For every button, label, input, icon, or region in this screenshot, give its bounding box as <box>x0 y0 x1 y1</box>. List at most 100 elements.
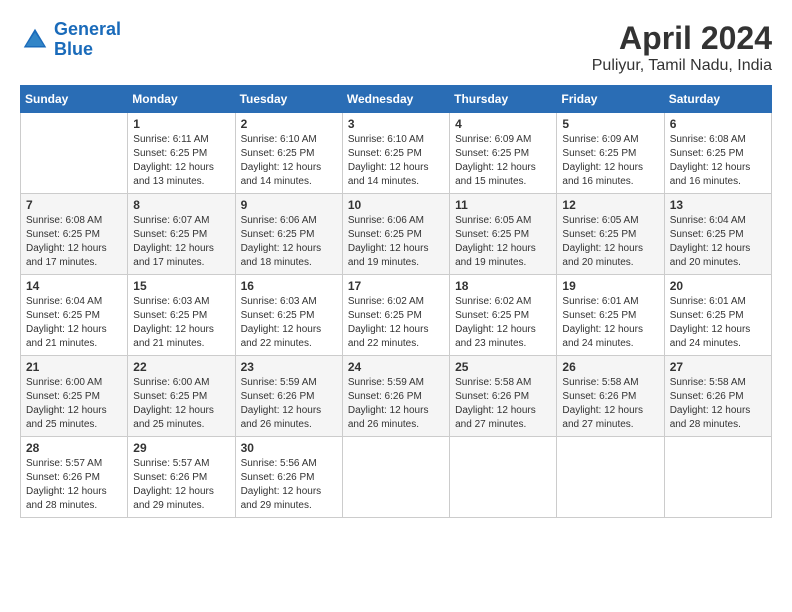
day-number: 29 <box>133 441 229 455</box>
logo-icon <box>20 25 50 55</box>
calendar-day-cell: 23 Sunrise: 5:59 AMSunset: 6:26 PMDaylig… <box>235 356 342 437</box>
logo-text: General Blue <box>54 20 121 60</box>
calendar-day-cell: 4 Sunrise: 6:09 AMSunset: 6:25 PMDayligh… <box>450 113 557 194</box>
logo: General Blue <box>20 20 121 60</box>
header-day: Sunday <box>21 86 128 113</box>
calendar-day-cell: 20 Sunrise: 6:01 AMSunset: 6:25 PMDaylig… <box>664 275 771 356</box>
calendar-day-cell: 8 Sunrise: 6:07 AMSunset: 6:25 PMDayligh… <box>128 194 235 275</box>
calendar-day-cell: 3 Sunrise: 6:10 AMSunset: 6:25 PMDayligh… <box>342 113 449 194</box>
day-info: Sunrise: 6:00 AMSunset: 6:25 PMDaylight:… <box>133 377 214 430</box>
calendar-day-cell: 15 Sunrise: 6:03 AMSunset: 6:25 PMDaylig… <box>128 275 235 356</box>
calendar-day-cell: 16 Sunrise: 6:03 AMSunset: 6:25 PMDaylig… <box>235 275 342 356</box>
calendar-table: SundayMondayTuesdayWednesdayThursdayFrid… <box>20 85 772 518</box>
day-info: Sunrise: 6:04 AMSunset: 6:25 PMDaylight:… <box>26 296 107 349</box>
calendar-day-cell <box>664 437 771 518</box>
day-number: 9 <box>241 198 337 212</box>
day-number: 8 <box>133 198 229 212</box>
day-info: Sunrise: 6:05 AMSunset: 6:25 PMDaylight:… <box>562 215 643 268</box>
day-number: 4 <box>455 117 551 131</box>
calendar-day-cell <box>557 437 664 518</box>
calendar-week-row: 1 Sunrise: 6:11 AMSunset: 6:25 PMDayligh… <box>21 113 772 194</box>
header-day: Monday <box>128 86 235 113</box>
calendar-day-cell: 22 Sunrise: 6:00 AMSunset: 6:25 PMDaylig… <box>128 356 235 437</box>
day-info: Sunrise: 6:00 AMSunset: 6:25 PMDaylight:… <box>26 377 107 430</box>
day-number: 20 <box>670 279 766 293</box>
header-row: SundayMondayTuesdayWednesdayThursdayFrid… <box>21 86 772 113</box>
day-info: Sunrise: 5:56 AMSunset: 6:26 PMDaylight:… <box>241 458 322 511</box>
calendar-day-cell: 29 Sunrise: 5:57 AMSunset: 6:26 PMDaylig… <box>128 437 235 518</box>
day-number: 17 <box>348 279 444 293</box>
day-info: Sunrise: 6:10 AMSunset: 6:25 PMDaylight:… <box>241 134 322 187</box>
page-title: April 2024 <box>592 20 772 57</box>
day-info: Sunrise: 5:58 AMSunset: 6:26 PMDaylight:… <box>670 377 751 430</box>
calendar-day-cell: 7 Sunrise: 6:08 AMSunset: 6:25 PMDayligh… <box>21 194 128 275</box>
calendar-day-cell: 28 Sunrise: 5:57 AMSunset: 6:26 PMDaylig… <box>21 437 128 518</box>
logo-line2: Blue <box>54 39 93 59</box>
logo-line1: General <box>54 19 121 39</box>
day-number: 30 <box>241 441 337 455</box>
day-number: 15 <box>133 279 229 293</box>
day-number: 3 <box>348 117 444 131</box>
day-number: 22 <box>133 360 229 374</box>
calendar-week-row: 14 Sunrise: 6:04 AMSunset: 6:25 PMDaylig… <box>21 275 772 356</box>
day-number: 1 <box>133 117 229 131</box>
title-block: April 2024 Puliyur, Tamil Nadu, India <box>592 20 772 75</box>
day-number: 10 <box>348 198 444 212</box>
calendar-day-cell: 26 Sunrise: 5:58 AMSunset: 6:26 PMDaylig… <box>557 356 664 437</box>
day-info: Sunrise: 6:06 AMSunset: 6:25 PMDaylight:… <box>241 215 322 268</box>
day-number: 27 <box>670 360 766 374</box>
header-day: Saturday <box>664 86 771 113</box>
header-day: Tuesday <box>235 86 342 113</box>
calendar-day-cell: 12 Sunrise: 6:05 AMSunset: 6:25 PMDaylig… <box>557 194 664 275</box>
day-number: 21 <box>26 360 122 374</box>
day-info: Sunrise: 6:11 AMSunset: 6:25 PMDaylight:… <box>133 134 214 187</box>
day-info: Sunrise: 6:01 AMSunset: 6:25 PMDaylight:… <box>670 296 751 349</box>
day-number: 11 <box>455 198 551 212</box>
day-number: 24 <box>348 360 444 374</box>
calendar-day-cell: 25 Sunrise: 5:58 AMSunset: 6:26 PMDaylig… <box>450 356 557 437</box>
day-info: Sunrise: 6:01 AMSunset: 6:25 PMDaylight:… <box>562 296 643 349</box>
day-info: Sunrise: 6:03 AMSunset: 6:25 PMDaylight:… <box>133 296 214 349</box>
calendar-week-row: 28 Sunrise: 5:57 AMSunset: 6:26 PMDaylig… <box>21 437 772 518</box>
day-info: Sunrise: 5:59 AMSunset: 6:26 PMDaylight:… <box>348 377 429 430</box>
calendar-day-cell: 21 Sunrise: 6:00 AMSunset: 6:25 PMDaylig… <box>21 356 128 437</box>
calendar-week-row: 7 Sunrise: 6:08 AMSunset: 6:25 PMDayligh… <box>21 194 772 275</box>
day-info: Sunrise: 6:10 AMSunset: 6:25 PMDaylight:… <box>348 134 429 187</box>
day-number: 2 <box>241 117 337 131</box>
calendar-day-cell: 11 Sunrise: 6:05 AMSunset: 6:25 PMDaylig… <box>450 194 557 275</box>
calendar-day-cell: 10 Sunrise: 6:06 AMSunset: 6:25 PMDaylig… <box>342 194 449 275</box>
calendar-day-cell <box>450 437 557 518</box>
calendar-body: 1 Sunrise: 6:11 AMSunset: 6:25 PMDayligh… <box>21 113 772 518</box>
day-number: 19 <box>562 279 658 293</box>
calendar-day-cell: 27 Sunrise: 5:58 AMSunset: 6:26 PMDaylig… <box>664 356 771 437</box>
day-info: Sunrise: 5:57 AMSunset: 6:26 PMDaylight:… <box>26 458 107 511</box>
calendar-day-cell: 24 Sunrise: 5:59 AMSunset: 6:26 PMDaylig… <box>342 356 449 437</box>
day-info: Sunrise: 6:02 AMSunset: 6:25 PMDaylight:… <box>348 296 429 349</box>
day-info: Sunrise: 6:06 AMSunset: 6:25 PMDaylight:… <box>348 215 429 268</box>
day-info: Sunrise: 5:58 AMSunset: 6:26 PMDaylight:… <box>455 377 536 430</box>
calendar-day-cell: 13 Sunrise: 6:04 AMSunset: 6:25 PMDaylig… <box>664 194 771 275</box>
day-number: 25 <box>455 360 551 374</box>
calendar-day-cell: 9 Sunrise: 6:06 AMSunset: 6:25 PMDayligh… <box>235 194 342 275</box>
day-info: Sunrise: 5:59 AMSunset: 6:26 PMDaylight:… <box>241 377 322 430</box>
calendar-day-cell <box>342 437 449 518</box>
day-number: 28 <box>26 441 122 455</box>
day-info: Sunrise: 6:02 AMSunset: 6:25 PMDaylight:… <box>455 296 536 349</box>
page-header: General Blue April 2024 Puliyur, Tamil N… <box>20 20 772 75</box>
day-info: Sunrise: 6:05 AMSunset: 6:25 PMDaylight:… <box>455 215 536 268</box>
calendar-day-cell: 1 Sunrise: 6:11 AMSunset: 6:25 PMDayligh… <box>128 113 235 194</box>
day-number: 6 <box>670 117 766 131</box>
day-number: 13 <box>670 198 766 212</box>
calendar-day-cell: 14 Sunrise: 6:04 AMSunset: 6:25 PMDaylig… <box>21 275 128 356</box>
page-subtitle: Puliyur, Tamil Nadu, India <box>592 57 772 75</box>
day-number: 16 <box>241 279 337 293</box>
day-number: 5 <box>562 117 658 131</box>
calendar-day-cell: 19 Sunrise: 6:01 AMSunset: 6:25 PMDaylig… <box>557 275 664 356</box>
header-day: Friday <box>557 86 664 113</box>
calendar-day-cell: 6 Sunrise: 6:08 AMSunset: 6:25 PMDayligh… <box>664 113 771 194</box>
day-number: 26 <box>562 360 658 374</box>
day-info: Sunrise: 6:09 AMSunset: 6:25 PMDaylight:… <box>562 134 643 187</box>
day-number: 7 <box>26 198 122 212</box>
header-day: Wednesday <box>342 86 449 113</box>
day-number: 14 <box>26 279 122 293</box>
